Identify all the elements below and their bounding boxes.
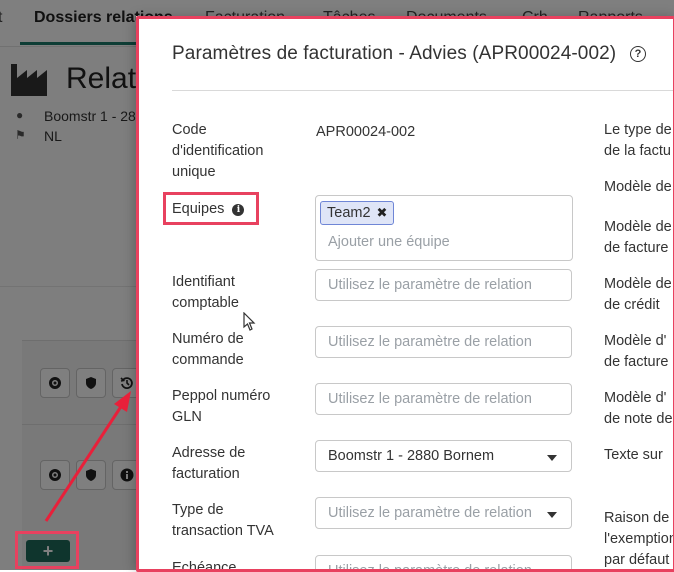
annotation-arrow	[44, 391, 131, 522]
